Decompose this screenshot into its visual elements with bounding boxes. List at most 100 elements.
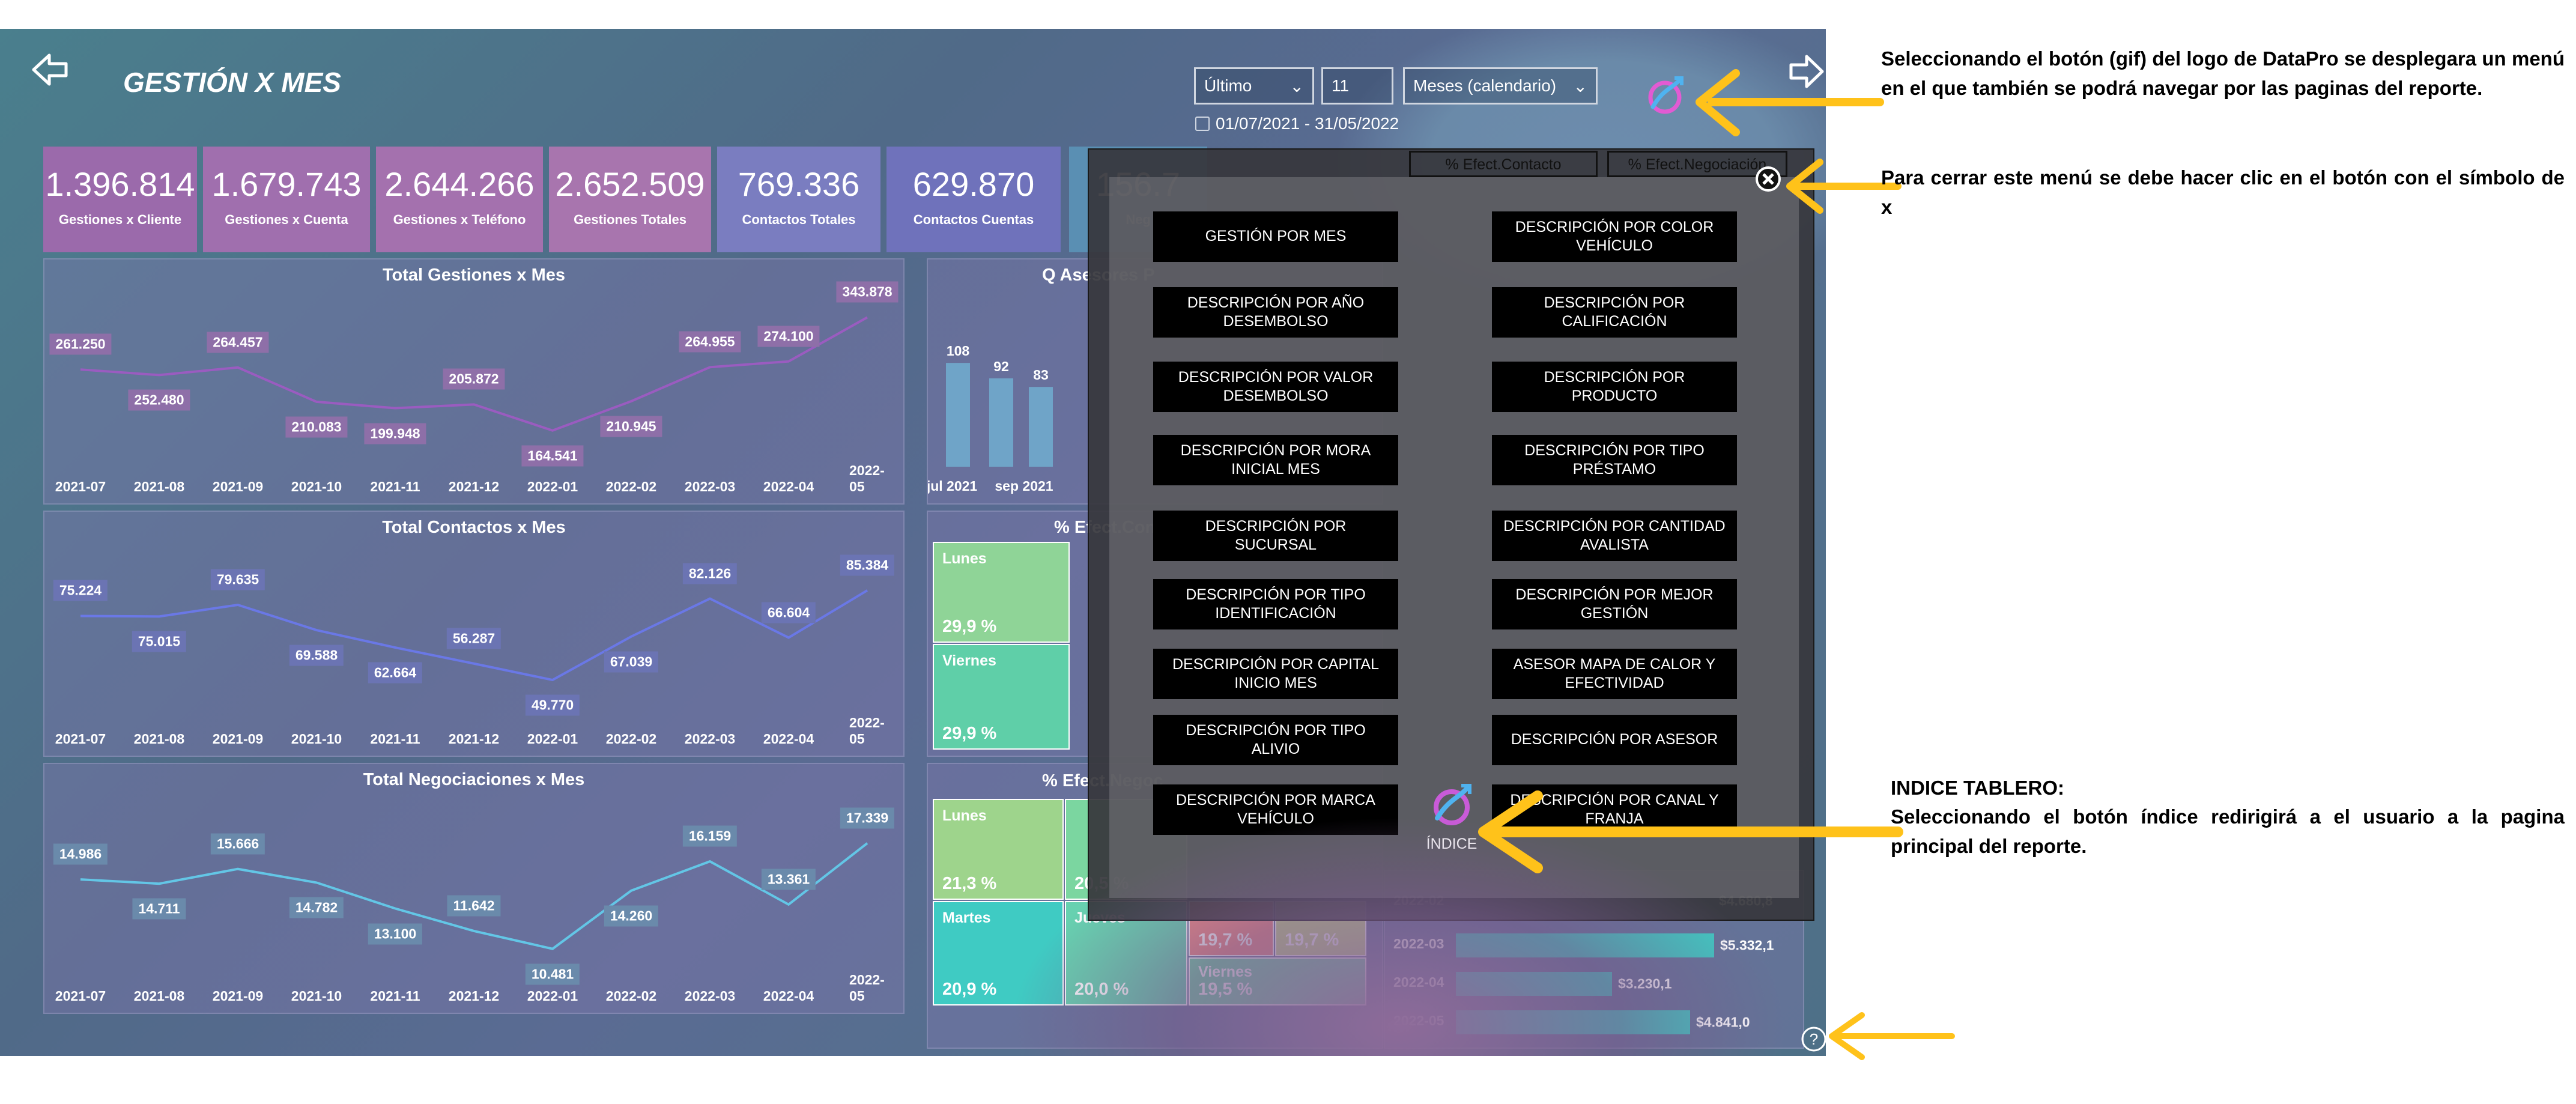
x-tick-label: 2022-04 xyxy=(763,988,814,1004)
x-tick-label: 2021-08 xyxy=(133,479,185,494)
menu-button-right-6[interactable]: ASESOR MAPA DE CALOR Y EFECTIVIDAD xyxy=(1492,649,1737,699)
data-label: 210.945 xyxy=(600,416,662,437)
treemap-cell-lunes[interactable]: Lunes 29,9 % xyxy=(933,542,1070,643)
kpi-label: Gestiones x Cliente xyxy=(58,212,182,227)
data-label: 16.159 xyxy=(682,825,738,847)
menu-button-left-2[interactable]: DESCRIPCIÓN POR VALOR DESEMBOLSO xyxy=(1153,362,1398,412)
x-tick-label: 2021-11 xyxy=(370,988,420,1004)
data-label: 17.339 xyxy=(840,807,895,829)
treemap-cell-name: Lunes xyxy=(942,807,987,824)
x-tick-label: 2022-03 xyxy=(684,988,736,1004)
treemap-cell-name: Martes xyxy=(942,909,991,926)
kpi-value: 1.396.814 xyxy=(45,165,195,203)
tab-efect-contacto[interactable]: % Efect.Contacto xyxy=(1409,151,1598,177)
x-tick-label: 2022-01 xyxy=(527,988,578,1004)
bar[interactable] xyxy=(1456,972,1612,996)
bar[interactable] xyxy=(1456,933,1714,957)
bar[interactable] xyxy=(946,363,970,467)
date-range: 01/07/2021 - 31/05/2022 xyxy=(1195,114,1399,133)
treemap-cell-martes[interactable]: Martes 20,9 % xyxy=(933,901,1064,1005)
x-tick-label: 2021-11 xyxy=(370,731,420,747)
x-tick-label: 2022-02 xyxy=(605,988,657,1004)
filter-mode-value: Último xyxy=(1204,76,1252,95)
calendar-icon xyxy=(1195,117,1210,131)
kpi-value: 629.870 xyxy=(912,165,1035,203)
data-label: 14.711 xyxy=(132,898,186,920)
kpi-card: 1.396.814 Gestiones x Cliente xyxy=(43,147,197,252)
bar-label: 92 xyxy=(993,359,1009,374)
data-label: 14.260 xyxy=(604,905,659,927)
menu-button-left-4[interactable]: DESCRIPCIÓN POR SUCURSAL xyxy=(1153,511,1398,561)
menu-button-left-0[interactable]: GESTIÓN POR MES xyxy=(1153,211,1398,262)
kpi-value: 2.652.509 xyxy=(555,165,705,203)
menu-button-left-7[interactable]: DESCRIPCIÓN POR TIPO ALIVIO xyxy=(1153,715,1398,765)
data-label: 10.481 xyxy=(525,963,580,985)
report-canvas: GESTIÓN X MES Último ⌄ 11 Meses (calenda… xyxy=(0,29,1826,1056)
treemap-cell-lunes[interactable]: Lunes 21,3 % xyxy=(933,799,1064,900)
kpi-card: 1.679.743 Gestiones x Cuenta xyxy=(203,147,370,252)
menu-button-left-6[interactable]: DESCRIPCIÓN POR CAPITAL INICIO MES xyxy=(1153,649,1398,699)
row-label: 2022-02 xyxy=(1393,893,1444,908)
page-title: GESTIÓN X MES xyxy=(123,67,341,98)
back-arrow-icon[interactable] xyxy=(29,52,71,91)
data-label: 56.287 xyxy=(446,628,502,649)
treemap-cell-name: Lunes xyxy=(942,550,987,567)
menu-button-right-2[interactable]: DESCRIPCIÓN POR PRODUCTO xyxy=(1492,362,1737,412)
filter-unit-select[interactable]: Meses (calendario) ⌄ xyxy=(1403,67,1598,105)
menu-button-right-5[interactable]: DESCRIPCIÓN POR MEJOR GESTIÓN xyxy=(1492,579,1737,629)
menu-button-right-1[interactable]: DESCRIPCIÓN POR CALIFICACIÓN xyxy=(1492,287,1737,338)
data-label: 85.384 xyxy=(840,554,895,576)
date-range-label: 01/07/2021 - 31/05/2022 xyxy=(1216,114,1399,133)
menu-button-left-3[interactable]: DESCRIPCIÓN POR MORA INICIAL MES xyxy=(1153,435,1398,485)
x-tick-label: 2022-02 xyxy=(605,479,657,494)
kpi-value: 2.644.266 xyxy=(384,165,535,203)
treemap-cell-jueves[interactable]: Jueves 20,0 % xyxy=(1065,901,1187,1005)
data-label: 264.457 xyxy=(207,332,269,353)
bar[interactable] xyxy=(989,378,1013,467)
data-label: 75.015 xyxy=(132,631,187,652)
treemap-cell-value: 21,3 % xyxy=(942,874,997,893)
bar-label: 83 xyxy=(1033,367,1049,383)
filter-mode-select[interactable]: Último ⌄ xyxy=(1194,67,1314,105)
x-tick-label: 2022-05 xyxy=(849,715,885,747)
x-tick-label: 2021-07 xyxy=(55,731,106,747)
treemap-cell-name: Viernes xyxy=(1198,963,1252,980)
x-tick-label: 2021-10 xyxy=(291,988,342,1004)
menu-button-right-0[interactable]: DESCRIPCIÓN POR COLOR VEHÍCULO xyxy=(1492,211,1737,262)
treemap-cell[interactable]: 19,7 % xyxy=(1189,901,1274,956)
data-label: 69.588 xyxy=(289,645,344,666)
bar-label: $3.230,1 xyxy=(1618,975,1672,992)
menu-button-right-3[interactable]: DESCRIPCIÓN POR TIPO PRÉSTAMO xyxy=(1492,435,1737,485)
data-label: 75.224 xyxy=(53,580,108,601)
filter-count-value: 11 xyxy=(1332,76,1350,95)
kpi-label: Contactos Cuentas xyxy=(913,212,1034,227)
menu-button-right-4[interactable]: DESCRIPCIÓN POR CANTIDAD AVALISTA xyxy=(1492,511,1737,561)
filter-unit-value: Meses (calendario) xyxy=(1413,76,1557,95)
bar[interactable] xyxy=(1029,387,1053,467)
filter-count-input[interactable]: 11 xyxy=(1321,67,1393,105)
menu-button-right-7[interactable]: DESCRIPCIÓN POR ASESOR xyxy=(1492,715,1737,765)
row-label: 2022-03 xyxy=(1393,936,1444,951)
x-tick-label: 2021-08 xyxy=(133,731,185,747)
treemap-cell[interactable]: 19,7 % xyxy=(1275,901,1366,956)
menu-button-left-8[interactable]: DESCRIPCIÓN POR MARCA VEHÍCULO xyxy=(1153,784,1398,835)
treemap-cell-viernes[interactable]: Viernes 19,5 % xyxy=(1189,957,1366,1005)
kpi-card: 2.644.266 Gestiones x Teléfono xyxy=(376,147,543,252)
chevron-down-icon: ⌄ xyxy=(1573,76,1587,96)
treemap-cell-value: 20,0 % xyxy=(1074,980,1129,999)
x-tick-label: 2021-07 xyxy=(55,479,106,494)
x-tick-label: 2022-05 xyxy=(849,463,885,494)
datapro-logo-icon[interactable] xyxy=(1644,72,1685,120)
data-label: 205.872 xyxy=(443,368,505,390)
treemap-cell-viernes[interactable]: Viernes 29,9 % xyxy=(933,644,1070,750)
x-tick-label: 2021-10 xyxy=(291,479,342,494)
menu-button-left-1[interactable]: DESCRIPCIÓN POR AÑO DESEMBOLSO xyxy=(1153,287,1398,338)
data-label: 274.100 xyxy=(757,326,820,347)
x-tick-label: 2022-03 xyxy=(684,479,736,494)
arrow-to-logo-icon xyxy=(1696,69,1884,136)
bar-label: 108 xyxy=(947,343,970,359)
data-label: 79.635 xyxy=(210,569,265,590)
menu-button-left-5[interactable]: DESCRIPCIÓN POR TIPO IDENTIFICACIÓN xyxy=(1153,579,1398,629)
x-tick-label: 2022-05 xyxy=(849,972,885,1004)
bar[interactable] xyxy=(1456,1010,1690,1034)
